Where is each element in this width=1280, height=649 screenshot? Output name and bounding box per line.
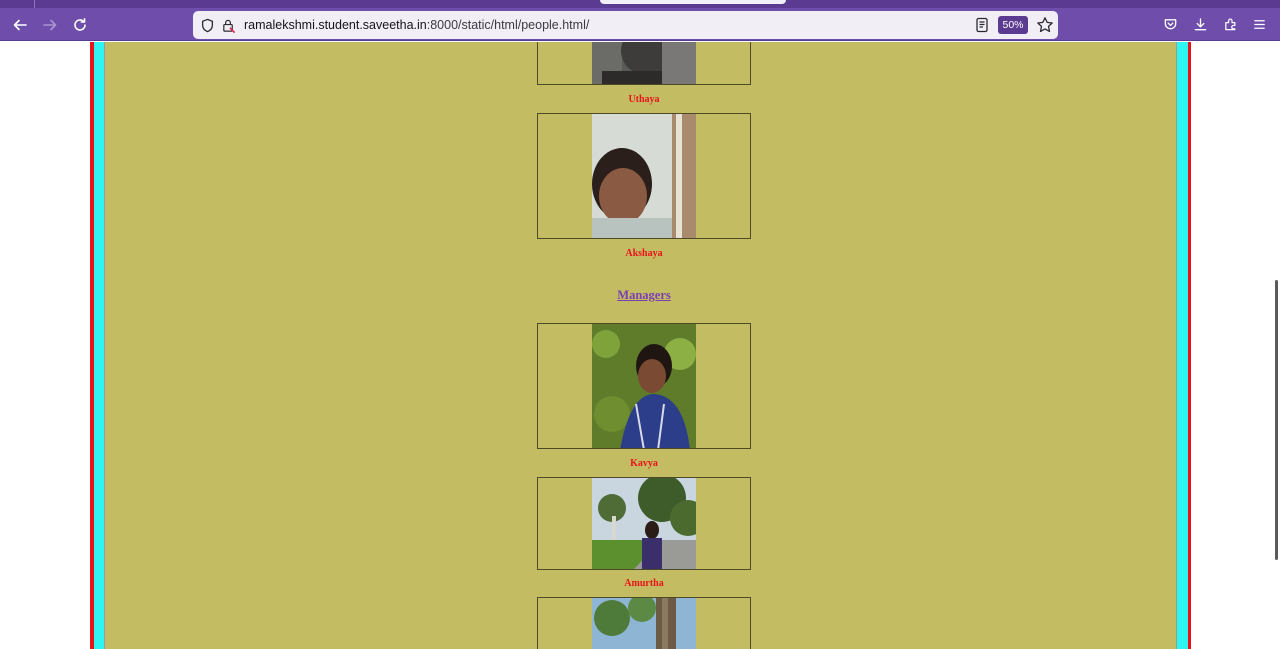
- back-button[interactable]: [7, 12, 33, 38]
- extensions-icon[interactable]: [1220, 14, 1240, 34]
- zoom-level-badge[interactable]: 50%: [998, 16, 1028, 34]
- bookmark-star-icon[interactable]: [1036, 16, 1054, 34]
- person-photo-frame: [537, 42, 751, 85]
- reader-view-icon[interactable]: [974, 17, 990, 33]
- person-name: Akshaya: [625, 248, 663, 259]
- person-photo-next: [592, 598, 696, 649]
- person-photo-frame: [537, 113, 751, 239]
- person-name: Kavya: [630, 458, 658, 469]
- browser-toolbar: ramalekshmi.student.saveetha.in:8000/sta…: [0, 8, 1280, 41]
- lock-warning-icon[interactable]: [220, 17, 236, 33]
- page-viewport: Uthaya Akshaya Managers Kavya Amurtha: [0, 42, 1280, 649]
- person-photo-frame: [537, 323, 751, 449]
- arrow-left-icon: [13, 19, 27, 31]
- person-photo-amurtha: [592, 478, 696, 569]
- url-path: :8000/static/html/people.html/: [426, 18, 590, 32]
- tab-strip: [0, 0, 1280, 8]
- active-tab[interactable]: [600, 0, 786, 4]
- arrow-right-icon: [43, 19, 57, 31]
- url-bar[interactable]: ramalekshmi.student.saveetha.in:8000/sta…: [193, 11, 1058, 39]
- managers-heading-link[interactable]: Managers: [537, 288, 751, 303]
- person-name: Uthaya: [628, 94, 660, 105]
- person-photo-akshaya: [592, 114, 696, 238]
- pocket-icon[interactable]: [1160, 14, 1180, 34]
- person-name: Amurtha: [624, 578, 664, 589]
- url-host: ramalekshmi.student.saveetha.in: [244, 18, 427, 32]
- person-photo-frame: [537, 477, 751, 570]
- reload-icon: [74, 18, 86, 31]
- menu-icon[interactable]: [1249, 14, 1269, 34]
- forward-button[interactable]: [37, 12, 63, 38]
- download-icon[interactable]: [1190, 14, 1210, 34]
- person-photo-uthaya: [592, 42, 696, 84]
- person-photo-frame: [537, 597, 751, 649]
- shield-icon[interactable]: [199, 17, 215, 33]
- reload-button[interactable]: [67, 12, 93, 38]
- scrollbar-thumb[interactable]: [1275, 280, 1278, 560]
- url-text[interactable]: ramalekshmi.student.saveetha.in:8000/sta…: [244, 17, 589, 33]
- person-photo-kavya: [592, 324, 696, 448]
- page-frame: Uthaya Akshaya Managers Kavya Amurtha: [90, 42, 1191, 649]
- tab-separator: [34, 0, 35, 8]
